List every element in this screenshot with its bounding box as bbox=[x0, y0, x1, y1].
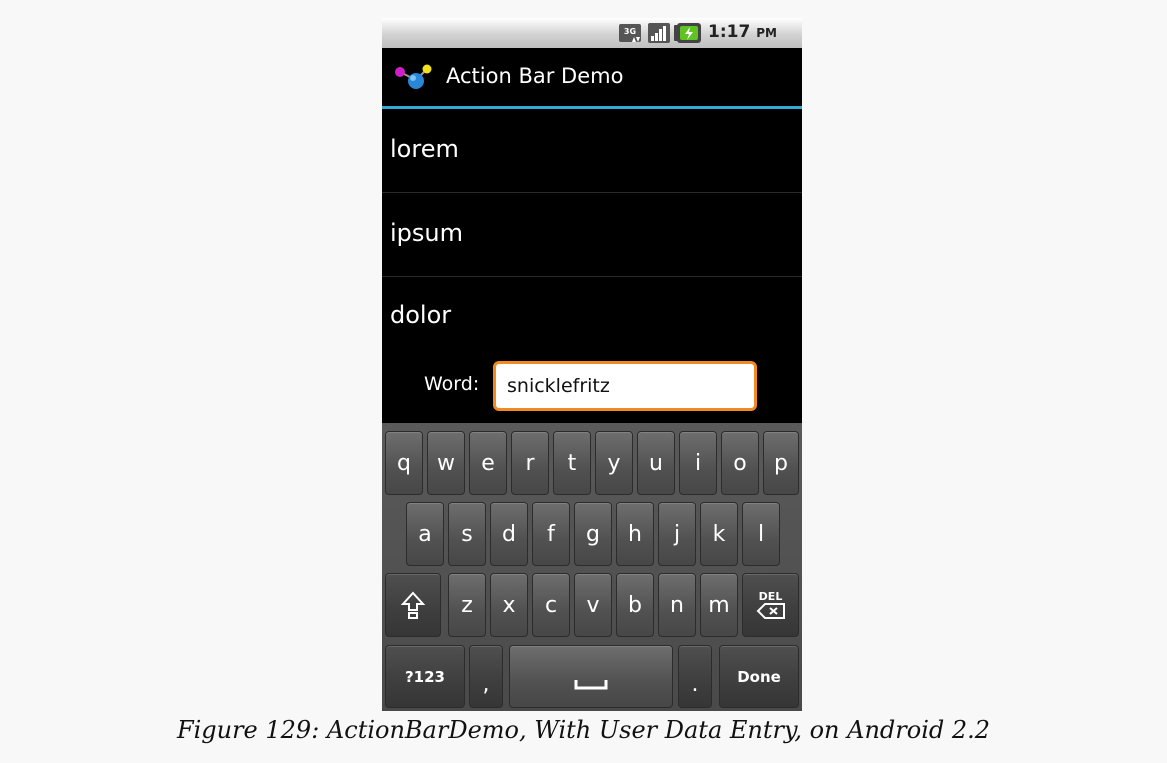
key-k[interactable]: k bbox=[700, 502, 738, 566]
comma-key[interactable]: , bbox=[469, 645, 503, 708]
word-label: Word: bbox=[424, 373, 480, 395]
key-f[interactable]: f bbox=[532, 502, 570, 566]
key-b[interactable]: b bbox=[616, 573, 654, 637]
word-input[interactable] bbox=[493, 361, 757, 411]
list-item-label: dolor bbox=[390, 301, 452, 329]
space-key[interactable] bbox=[509, 645, 673, 708]
key-g[interactable]: g bbox=[574, 502, 612, 566]
key-n[interactable]: n bbox=[658, 573, 696, 637]
key-r[interactable]: r bbox=[511, 431, 549, 495]
list-item[interactable]: ipsum bbox=[382, 193, 802, 277]
figure-caption: Figure 129: ActionBarDemo, With User Dat… bbox=[176, 716, 991, 744]
key-c[interactable]: c bbox=[532, 573, 570, 637]
key-t[interactable]: t bbox=[553, 431, 591, 495]
status-bar: 3G 1:17 PM bbox=[382, 18, 802, 48]
key-y[interactable]: y bbox=[595, 431, 633, 495]
action-bar: Action Bar Demo bbox=[382, 48, 802, 109]
key-x[interactable]: x bbox=[490, 573, 528, 637]
status-clock: 1:17 PM bbox=[708, 22, 777, 42]
molecule-app-icon[interactable] bbox=[392, 62, 436, 92]
key-o[interactable]: o bbox=[721, 431, 759, 495]
word-entry-row: Word: bbox=[382, 355, 802, 423]
key-h[interactable]: h bbox=[616, 502, 654, 566]
3g-data-icon: 3G bbox=[619, 24, 641, 42]
backspace-icon bbox=[756, 603, 785, 619]
key-w[interactable]: w bbox=[427, 431, 465, 495]
key-l[interactable]: l bbox=[742, 502, 780, 566]
soft-keyboard: q w e r t y u i o p a s d f g h j k l z … bbox=[382, 423, 802, 711]
key-q[interactable]: q bbox=[385, 431, 423, 495]
key-i[interactable]: i bbox=[679, 431, 717, 495]
action-bar-title: Action Bar Demo bbox=[446, 64, 624, 88]
svg-text:3G: 3G bbox=[624, 27, 636, 36]
word-list: lorem ipsum dolor bbox=[382, 109, 802, 356]
clock-time: 1:17 bbox=[708, 22, 751, 42]
delete-label: DEL bbox=[758, 590, 783, 603]
signal-strength-icon bbox=[648, 23, 670, 43]
key-m[interactable]: m bbox=[700, 573, 738, 637]
period-key[interactable]: . bbox=[678, 645, 712, 708]
shift-icon bbox=[400, 591, 426, 619]
symbols-key[interactable]: ?123 bbox=[385, 645, 465, 708]
key-p[interactable]: p bbox=[763, 431, 799, 495]
key-a[interactable]: a bbox=[406, 502, 444, 566]
spacebar-icon bbox=[574, 679, 608, 689]
key-v[interactable]: v bbox=[574, 573, 612, 637]
done-key[interactable]: Done bbox=[719, 645, 799, 708]
list-item-label: ipsum bbox=[390, 219, 463, 247]
shift-key[interactable] bbox=[385, 573, 441, 637]
delete-key[interactable]: DEL bbox=[742, 573, 799, 637]
key-z[interactable]: z bbox=[448, 573, 486, 637]
key-u[interactable]: u bbox=[637, 431, 675, 495]
list-item-label: lorem bbox=[390, 135, 459, 163]
phone-screen: 3G 1:17 PM Action Bar Demo lorem ipsum d… bbox=[382, 18, 802, 711]
list-item[interactable]: dolor bbox=[382, 277, 802, 356]
battery-charging-icon bbox=[674, 23, 701, 43]
clock-ampm: PM bbox=[756, 26, 777, 40]
key-s[interactable]: s bbox=[448, 502, 486, 566]
key-e[interactable]: e bbox=[469, 431, 507, 495]
list-item[interactable]: lorem bbox=[382, 109, 802, 193]
key-d[interactable]: d bbox=[490, 502, 528, 566]
key-j[interactable]: j bbox=[658, 502, 696, 566]
